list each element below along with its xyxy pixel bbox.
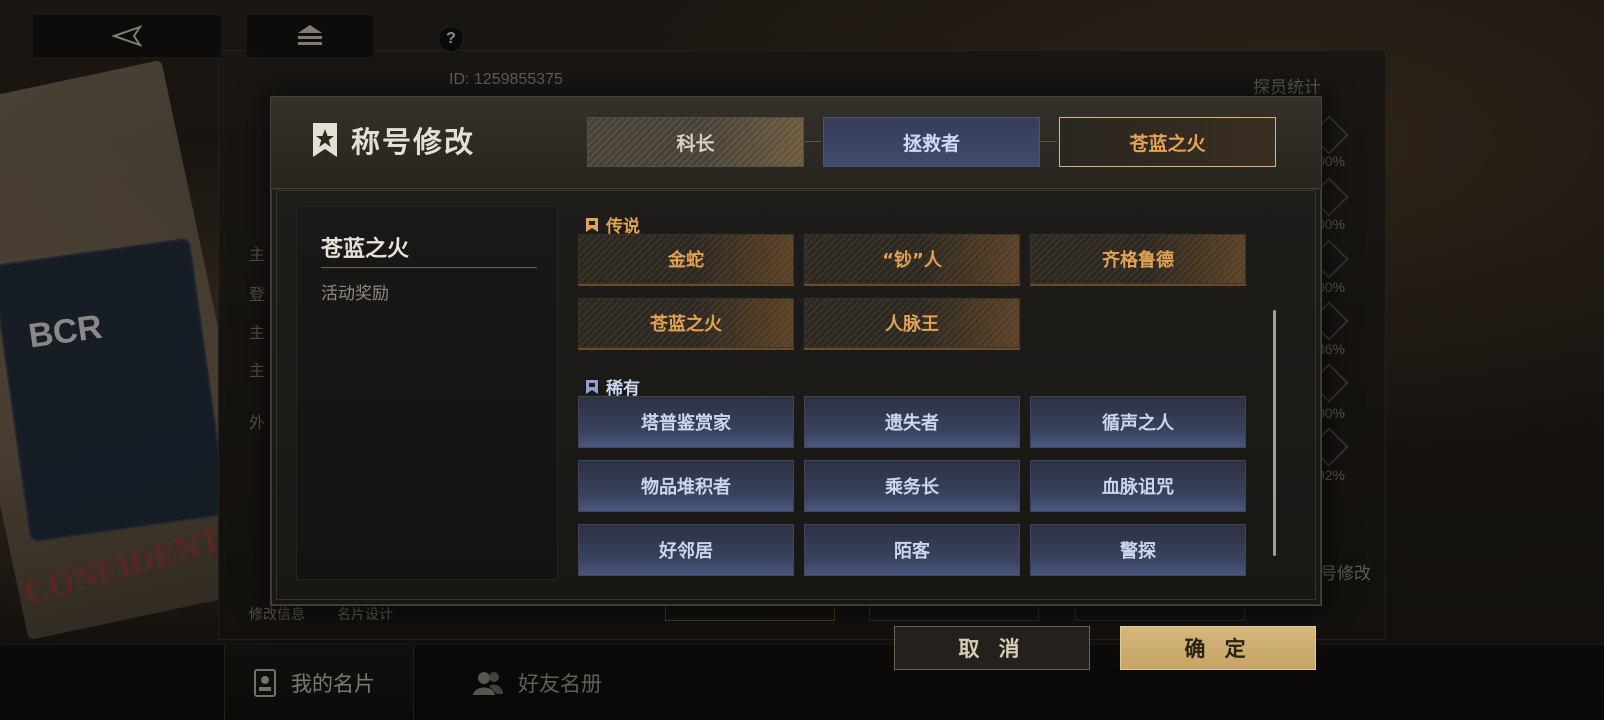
title-item-rare[interactable]: 物品堆积者 [578, 460, 794, 512]
title-edit-modal: 称号修改 科长 拯救者 苍蓝之火 苍蓝之火 活动奖励 传说 金蛇 “钞”人 齐格… [270, 96, 1322, 606]
detail-divider [321, 267, 537, 268]
title-slot-rare[interactable]: 拯救者 [823, 117, 1040, 167]
modal-header: 称号修改 科长 拯救者 苍蓝之火 [271, 97, 1321, 189]
cancel-button[interactable]: 取 消 [894, 626, 1090, 670]
title-slot-common[interactable]: 科长 [587, 117, 804, 167]
title-item-rare[interactable]: 循声之人 [1030, 396, 1246, 448]
modal-title-text: 称号修改 [351, 125, 476, 159]
title-item-rare[interactable]: 塔普鉴赏家 [578, 396, 794, 448]
selected-title-name: 苍蓝之火 [321, 237, 410, 262]
title-list[interactable]: 传说 金蛇 “钞”人 齐格鲁德 苍蓝之火 人脉王 稀有 塔普鉴赏家 遗失者 循声… [578, 204, 1278, 584]
slot-connector-line [801, 141, 821, 142]
title-item-rare[interactable]: 好邻居 [578, 524, 794, 576]
list-scrollbar[interactable] [1273, 310, 1276, 556]
title-detail-panel: 苍蓝之火 活动奖励 [296, 206, 558, 580]
bookmark-flag-icon [586, 379, 598, 394]
title-item-rare[interactable]: 血脉诅咒 [1030, 460, 1246, 512]
title-item-legend[interactable]: 金蛇 [578, 234, 794, 286]
title-item-legend[interactable]: “钞”人 [804, 234, 1020, 286]
title-item-legend[interactable]: 苍蓝之火 [578, 298, 794, 350]
title-item-legend[interactable]: 人脉王 [804, 298, 1020, 350]
slot-connector-line [1037, 141, 1057, 142]
modal-body: 苍蓝之火 活动奖励 传说 金蛇 “钞”人 齐格鲁德 苍蓝之火 人脉王 稀有 塔普… [271, 190, 1321, 605]
bookmark-flag-icon [586, 217, 598, 232]
star-bookmark-icon [313, 123, 337, 157]
title-slot-legend-selected[interactable]: 苍蓝之火 [1059, 117, 1276, 167]
confirm-button[interactable]: 确 定 [1120, 626, 1316, 670]
title-item-rare[interactable]: 陌客 [804, 524, 1020, 576]
title-item-legend[interactable]: 齐格鲁德 [1030, 234, 1246, 286]
selected-title-source: 活动奖励 [321, 284, 389, 304]
modal-title: 称号修改 [313, 119, 475, 161]
title-item-rare[interactable]: 遗失者 [804, 396, 1020, 448]
title-item-rare[interactable]: 乘务长 [804, 460, 1020, 512]
title-item-rare[interactable]: 警探 [1030, 524, 1246, 576]
